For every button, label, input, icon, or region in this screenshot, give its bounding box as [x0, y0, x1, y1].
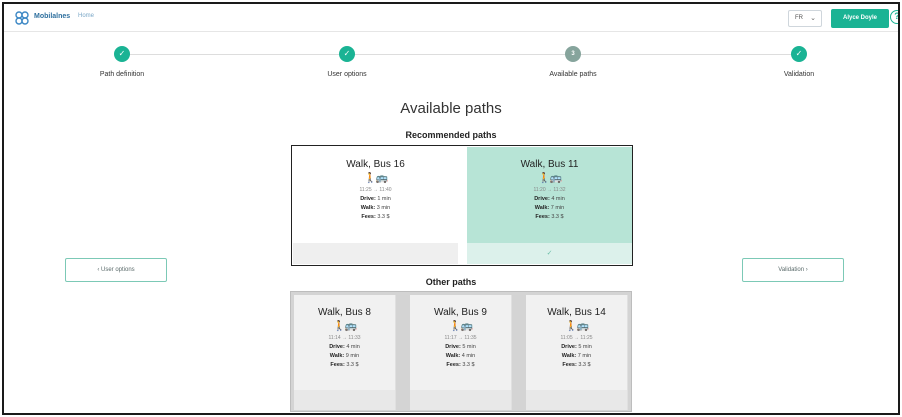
back-button-label: User options — [100, 267, 135, 273]
bus-icon: 🚌 — [549, 173, 562, 184]
path-time: 11:05 → 11:25 — [560, 335, 593, 341]
path-fees: Fees: 3.3 $ — [361, 214, 390, 220]
path-title: Walk, Bus 14 — [547, 307, 606, 318]
path-time: 11:20 → 11:32 — [533, 187, 566, 193]
chevron-right-icon: › — [805, 267, 808, 273]
stepper-track — [122, 54, 802, 55]
step-path-definition[interactable]: ✓ Path definition — [62, 46, 182, 78]
step-label: User options — [327, 71, 367, 78]
path-title: Walk, Bus 16 — [346, 159, 405, 170]
home-link[interactable]: Home — [78, 13, 94, 19]
language-select[interactable]: FR ⌄ — [788, 10, 822, 27]
path-drive: Drive: 5 min — [561, 344, 592, 350]
next-button-label: Validation — [778, 267, 805, 273]
brand-name[interactable]: Mobilalnes — [34, 13, 70, 20]
path-card-walk-bus-8[interactable]: Walk, Bus 8 🚶🚌 11:14 → 11:33 Drive: 4 mi… — [294, 295, 396, 410]
path-fees: Fees: 3.3 $ — [562, 362, 591, 368]
bus-icon: 🚌 — [576, 321, 589, 332]
step-available-paths[interactable]: 3 Available paths — [513, 46, 633, 78]
walk-icon: 🚶 — [565, 321, 577, 332]
path-card-walk-bus-9[interactable]: Walk, Bus 9 🚶🚌 11:17 → 11:35 Drive: 5 mi… — [410, 295, 512, 410]
recommended-paths: Walk, Bus 16 🚶🚌 11:25 → 11:40 Drive: 1 m… — [291, 145, 633, 266]
walk-icon: 🚶 — [364, 173, 376, 184]
chevron-left-icon: ‹ — [97, 267, 100, 273]
step-label: Validation — [783, 71, 815, 78]
bus-icon: 🚌 — [344, 321, 357, 332]
card-footer — [526, 390, 627, 410]
language-value: FR — [795, 15, 803, 21]
card-footer — [294, 390, 395, 410]
step-label: Available paths — [549, 71, 597, 78]
path-time: 11:17 → 11:35 — [444, 335, 477, 341]
path-drive: Drive: 1 min — [360, 196, 391, 202]
path-card-walk-bus-11[interactable]: Walk, Bus 11 🚶🚌 11:20 → 11:32 Drive: 4 m… — [467, 147, 632, 243]
page-title: Available paths — [400, 100, 502, 117]
path-walk: Walk: 7 min — [534, 205, 565, 211]
path-title: Walk, Bus 8 — [318, 307, 371, 318]
walk-icon: 🚶 — [333, 321, 345, 332]
path-walk: Walk: 9 min — [329, 353, 360, 359]
walk-icon: 🚶 — [449, 321, 461, 332]
walk-bus-icon: 🚶🚌 — [467, 173, 632, 184]
step-number: 3 — [565, 46, 581, 62]
path-card-walk-bus-14[interactable]: Walk, Bus 14 🚶🚌 11:05 → 11:25 Drive: 5 m… — [526, 295, 628, 410]
path-drive: Drive: 4 min — [329, 344, 360, 350]
path-drive: Drive: 5 min — [445, 344, 476, 350]
bus-icon: 🚌 — [375, 173, 388, 184]
step-user-options[interactable]: ✓ User options — [287, 46, 407, 78]
walk-bus-icon: 🚶🚌 — [410, 321, 511, 332]
selected-check-icon[interactable]: ✓ — [467, 243, 632, 264]
path-title: Walk, Bus 11 — [520, 159, 579, 170]
card-footer[interactable] — [293, 243, 458, 264]
path-drive: Drive: 4 min — [534, 196, 565, 202]
step-label: Path definition — [99, 71, 145, 78]
path-walk: Walk: 7 min — [561, 353, 592, 359]
walk-bus-icon: 🚶🚌 — [526, 321, 627, 332]
chevron-down-icon: ⌄ — [810, 15, 816, 22]
bus-icon: 🚌 — [460, 321, 473, 332]
step-validation[interactable]: ✓ Validation — [739, 46, 859, 78]
logo-icon[interactable] — [14, 10, 30, 26]
other-paths: Walk, Bus 8 🚶🚌 11:14 → 11:33 Drive: 4 mi… — [290, 291, 632, 412]
step-check-icon: ✓ — [791, 46, 807, 62]
path-time: 11:14 → 11:33 — [328, 335, 361, 341]
path-walk: Walk: 3 min — [360, 205, 391, 211]
other-title: Other paths — [425, 277, 477, 287]
walk-bus-icon: 🚶🚌 — [293, 173, 458, 184]
recommended-title: Recommended paths — [405, 130, 497, 140]
app-window: Mobilalnes Home FR ⌄ Alyce Doyle ? ✓ Pat… — [2, 2, 900, 415]
step-check-icon: ✓ — [114, 46, 130, 62]
path-fees: Fees: 3.3 $ — [535, 214, 564, 220]
path-title: Walk, Bus 9 — [434, 307, 487, 318]
walk-icon: 🚶 — [538, 173, 550, 184]
help-icon[interactable]: ? — [890, 10, 898, 24]
card-footer — [410, 390, 511, 410]
walk-bus-icon: 🚶🚌 — [294, 321, 395, 332]
path-fees: Fees: 3.3 $ — [330, 362, 359, 368]
path-card-walk-bus-16[interactable]: Walk, Bus 16 🚶🚌 11:25 → 11:40 Drive: 1 m… — [293, 147, 458, 243]
user-button[interactable]: Alyce Doyle — [831, 9, 889, 28]
path-fees: Fees: 3.3 $ — [446, 362, 475, 368]
path-time: 11:25 → 11:40 — [359, 187, 392, 193]
path-walk: Walk: 4 min — [445, 353, 476, 359]
top-bar: Mobilalnes Home FR ⌄ Alyce Doyle ? — [4, 4, 898, 32]
step-check-icon: ✓ — [339, 46, 355, 62]
